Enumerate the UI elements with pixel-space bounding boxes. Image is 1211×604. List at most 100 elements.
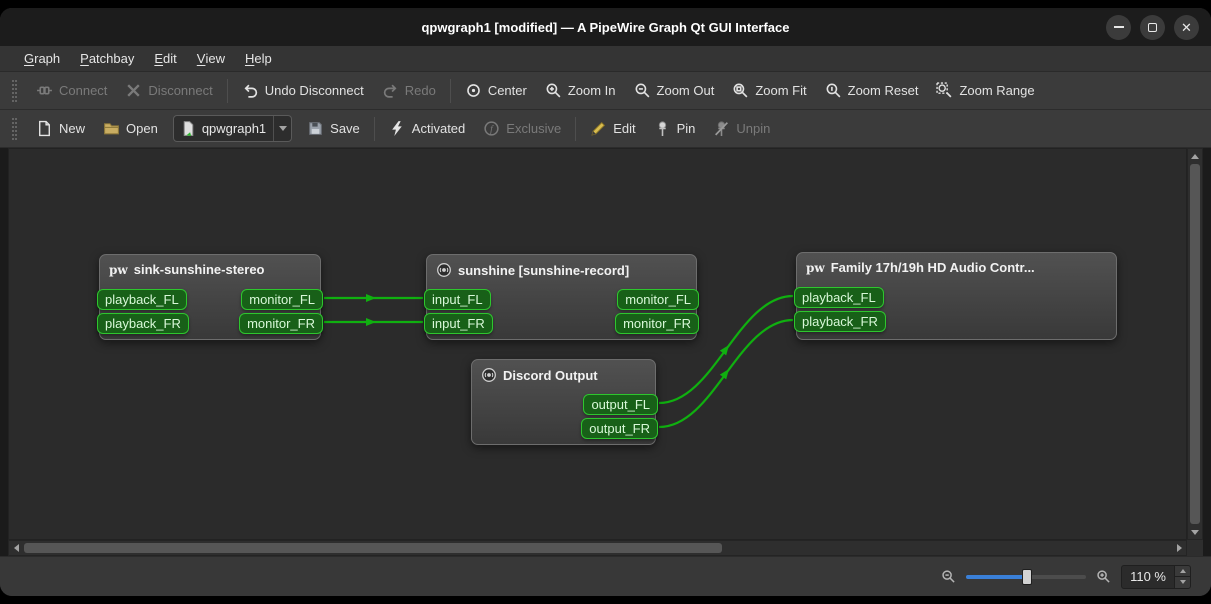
node-title: Family 17h/19h HD Audio Contr... [830, 260, 1035, 275]
scroll-up-arrow[interactable] [1188, 149, 1202, 163]
zoom-in-button[interactable]: Zoom In [536, 76, 625, 106]
close-button[interactable]: ✕ [1174, 14, 1199, 40]
toolbar-handle[interactable] [12, 117, 17, 140]
unpin-button[interactable]: Unpin [704, 114, 779, 144]
main-area: pw sink-sunshine-stereo playback_FL play… [0, 148, 1211, 556]
zoom-fit-icon [732, 82, 749, 99]
pencil-icon [590, 120, 607, 137]
menu-view[interactable]: View [187, 46, 235, 71]
node-title: Discord Output [503, 367, 598, 383]
zoom-slider-handle[interactable] [1022, 568, 1033, 585]
zoom-range-icon [936, 82, 953, 99]
connection-wires [324, 294, 794, 429]
lightning-icon [389, 120, 406, 137]
close-icon: ✕ [1181, 19, 1192, 35]
file-toolbar: New Open qpwgraph1 Save Activated f Excl… [0, 110, 1211, 148]
new-file-icon [36, 120, 53, 137]
zoom-spinbox[interactable]: 110 % [1121, 564, 1191, 589]
scroll-right-arrow[interactable] [1172, 541, 1186, 555]
scroll-down-arrow[interactable] [1188, 525, 1202, 539]
edit-toggle[interactable]: Edit [581, 114, 644, 144]
zoom-slider-fill [966, 574, 1025, 579]
undo-icon [242, 82, 259, 99]
pin-icon [654, 120, 671, 137]
exclusive-icon: f [483, 120, 500, 137]
toolbar-handle[interactable] [12, 79, 17, 102]
minimize-icon [1113, 26, 1124, 28]
horizontal-scroll-thumb[interactable] [24, 543, 722, 553]
port-monitor-fl[interactable]: monitor_FL [241, 289, 323, 310]
minimize-button[interactable] [1106, 14, 1131, 40]
zoom-spin-down[interactable] [1175, 577, 1190, 588]
port-playback-fl[interactable]: playback_FL [97, 289, 187, 310]
zoom-slider[interactable] [966, 568, 1087, 586]
zoom-in-small-icon[interactable] [1096, 569, 1111, 584]
patchbay-file-combobox[interactable]: qpwgraph1 [172, 115, 293, 142]
activated-toggle[interactable]: Activated [380, 114, 474, 144]
patchbay-file-icon [180, 120, 197, 137]
node-discord-output[interactable]: Discord Output output_FL output_FR [471, 359, 658, 445]
disconnect-icon [125, 82, 142, 99]
vertical-scroll-thumb[interactable] [1190, 164, 1200, 524]
disconnect-button[interactable]: Disconnect [116, 76, 221, 106]
port-output-fr[interactable]: output_FR [581, 418, 658, 439]
scroll-left-arrow[interactable] [9, 541, 23, 555]
horizontal-scrollbar[interactable] [8, 540, 1187, 556]
connect-button[interactable]: Connect [27, 76, 116, 106]
pipewire-icon: pw [806, 260, 825, 275]
undo-disconnect-button[interactable]: Undo Disconnect [233, 76, 373, 106]
port-monitor-fl[interactable]: monitor_FL [617, 289, 699, 310]
pin-button[interactable]: Pin [645, 114, 705, 144]
port-monitor-fr[interactable]: monitor_FR [239, 313, 323, 334]
node-title: sink-sunshine-stereo [133, 262, 265, 277]
maximize-icon [1148, 22, 1157, 32]
zoom-spin-up[interactable] [1175, 565, 1190, 577]
toolbar-separator [373, 116, 375, 141]
zoom-reset-button[interactable]: Zoom Reset [816, 76, 928, 106]
menu-edit[interactable]: Edit [144, 46, 186, 71]
center-icon [465, 82, 482, 99]
statusbar: 110 % [0, 556, 1211, 596]
node-family-hd-audio[interactable]: pw Family 17h/19h HD Audio Contr... play… [794, 252, 1117, 340]
zoom-out-small-icon[interactable] [941, 569, 956, 584]
redo-icon [382, 82, 399, 99]
connect-icon [36, 82, 53, 99]
port-output-fl[interactable]: output_FL [583, 394, 658, 415]
audio-app-icon [436, 262, 452, 278]
zoom-out-icon [634, 82, 651, 99]
menu-graph[interactable]: Graph [14, 46, 70, 71]
zoom-value: 110 % [1130, 569, 1166, 584]
port-playback-fr[interactable]: playback_FR [97, 313, 189, 334]
combo-dropdown-arrow[interactable] [273, 116, 291, 141]
svg-text:f: f [490, 124, 494, 135]
open-button[interactable]: Open [94, 114, 167, 144]
port-playback-fr[interactable]: playback_FR [794, 311, 886, 332]
zoom-fit-button[interactable]: Zoom Fit [723, 76, 815, 106]
save-button[interactable]: Save [298, 114, 369, 144]
port-monitor-fr[interactable]: monitor_FR [615, 313, 699, 334]
node-sunshine-record[interactable]: sunshine [sunshine-record] input_FL inpu… [424, 254, 699, 340]
window-title: qpwgraph1 [modified] — A PipeWire Graph … [421, 19, 790, 35]
port-playback-fl[interactable]: playback_FL [794, 287, 884, 308]
zoom-out-button[interactable]: Zoom Out [625, 76, 724, 106]
center-button[interactable]: Center [456, 76, 536, 106]
port-input-fr[interactable]: input_FR [424, 313, 493, 334]
toolbar-separator [449, 78, 451, 103]
redo-button[interactable]: Redo [373, 76, 445, 106]
new-button[interactable]: New [27, 114, 94, 144]
graph-canvas[interactable]: pw sink-sunshine-stereo playback_FL play… [8, 148, 1187, 540]
menu-help[interactable]: Help [235, 46, 282, 71]
titlebar[interactable]: qpwgraph1 [modified] — A PipeWire Graph … [0, 8, 1211, 46]
vertical-scrollbar[interactable] [1187, 148, 1203, 540]
zoom-range-button[interactable]: Zoom Range [927, 76, 1043, 106]
exclusive-toggle[interactable]: f Exclusive [474, 114, 570, 144]
port-input-fl[interactable]: input_FL [424, 289, 491, 310]
node-sink-sunshine-stereo[interactable]: pw sink-sunshine-stereo playback_FL play… [97, 254, 323, 340]
audio-app-icon [481, 367, 497, 383]
app-window: qpwgraph1 [modified] — A PipeWire Graph … [0, 8, 1211, 596]
toolbar-separator [226, 78, 228, 103]
chevron-down-icon [278, 126, 287, 131]
maximize-button[interactable] [1140, 14, 1165, 40]
menu-patchbay[interactable]: Patchbay [70, 46, 144, 71]
toolbar-separator [575, 116, 577, 141]
